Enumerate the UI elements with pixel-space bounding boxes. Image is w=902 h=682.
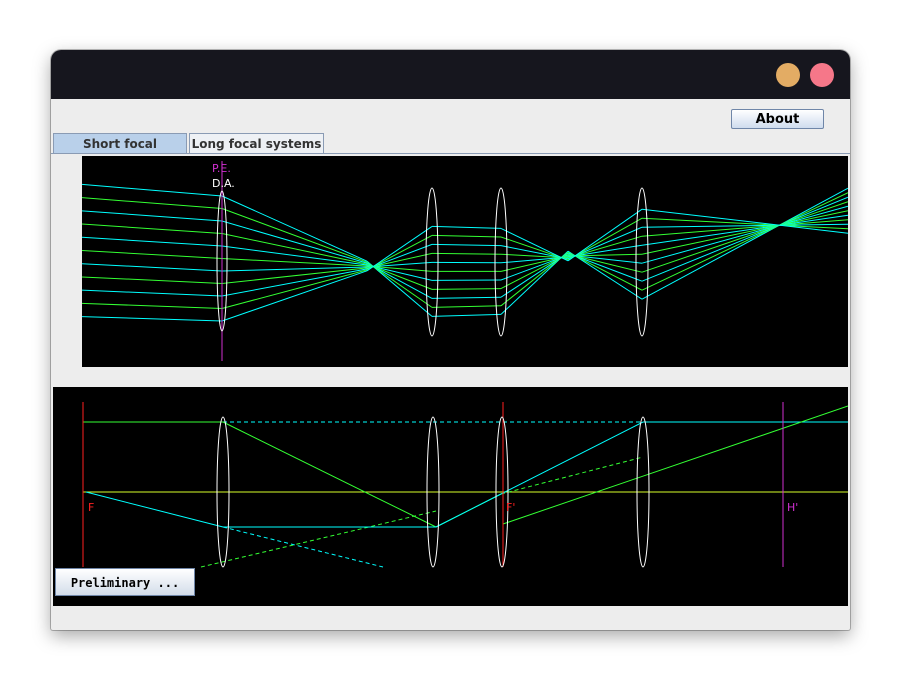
ray-segment bbox=[431, 234, 502, 238]
ray-segment bbox=[567, 252, 643, 282]
ray-segment bbox=[82, 236, 223, 247]
ray-segment bbox=[431, 243, 502, 247]
ray-segment bbox=[431, 313, 502, 317]
cyan-ray-1 bbox=[85, 491, 224, 528]
ray-segment bbox=[82, 289, 223, 297]
ray-segment bbox=[82, 316, 223, 322]
f-label: F bbox=[88, 501, 94, 514]
ray-segment bbox=[221, 270, 368, 322]
ray-segment bbox=[431, 252, 502, 255]
ray-segment bbox=[221, 195, 368, 262]
ray-segment bbox=[82, 263, 223, 272]
ray-segment bbox=[641, 201, 848, 273]
ray-segment bbox=[221, 208, 368, 263]
ray-segment bbox=[82, 223, 223, 234]
green-ray-1 bbox=[222, 421, 437, 528]
ray-segment bbox=[82, 197, 223, 209]
green-dashed-ray-2 bbox=[200, 510, 437, 568]
ray-bundle bbox=[82, 183, 848, 322]
ray-segment bbox=[567, 208, 643, 262]
about-button[interactable]: About bbox=[731, 109, 824, 129]
ray-segment bbox=[82, 250, 223, 259]
ray-segment bbox=[567, 253, 643, 273]
cyan-ray-3 bbox=[435, 493, 502, 528]
ray-segment bbox=[431, 296, 502, 299]
app-window: About Short focal systems Long focal sys… bbox=[51, 50, 850, 630]
title-bar bbox=[51, 50, 850, 99]
ray-segment bbox=[366, 263, 433, 290]
f-prime-label: F' bbox=[506, 501, 515, 514]
preliminary-button[interactable]: Preliminary ... bbox=[55, 568, 195, 596]
ray-segment bbox=[641, 210, 848, 255]
ray-segment bbox=[431, 225, 502, 229]
ray-segment bbox=[641, 205, 848, 264]
ray-segment bbox=[366, 264, 433, 281]
ray-segment bbox=[82, 183, 223, 197]
ray-segment bbox=[221, 220, 368, 264]
h-prime-label: H' bbox=[787, 501, 798, 514]
tab-divider bbox=[51, 153, 850, 154]
cyan-dashed-ray-1 bbox=[222, 526, 384, 568]
ray-segment bbox=[567, 254, 643, 264]
ray-segment bbox=[82, 276, 223, 284]
ray-segment bbox=[221, 268, 368, 297]
ray-trace-diagram: P.E. D.A. bbox=[82, 161, 848, 361]
tab-long-focal-systems[interactable]: Long focal systems bbox=[189, 133, 324, 153]
ray-segment bbox=[641, 187, 848, 300]
ray-segment bbox=[431, 288, 502, 290]
ray-segment bbox=[431, 305, 502, 308]
ray-segment bbox=[641, 196, 848, 282]
close-icon[interactable] bbox=[810, 63, 834, 87]
minimize-icon[interactable] bbox=[776, 63, 800, 87]
pe-label: P.E. bbox=[212, 162, 231, 175]
ray-segment bbox=[641, 219, 848, 237]
ray-segment bbox=[82, 302, 223, 309]
green-dashed-ray-1 bbox=[500, 456, 644, 495]
da-label: D.A. bbox=[212, 177, 235, 190]
ray-segment bbox=[641, 192, 848, 291]
ray-segment bbox=[82, 210, 223, 222]
tab-short-focal-systems[interactable]: Short focal systems bbox=[53, 133, 187, 171]
ray-trace-panel: P.E. D.A. bbox=[82, 156, 848, 367]
